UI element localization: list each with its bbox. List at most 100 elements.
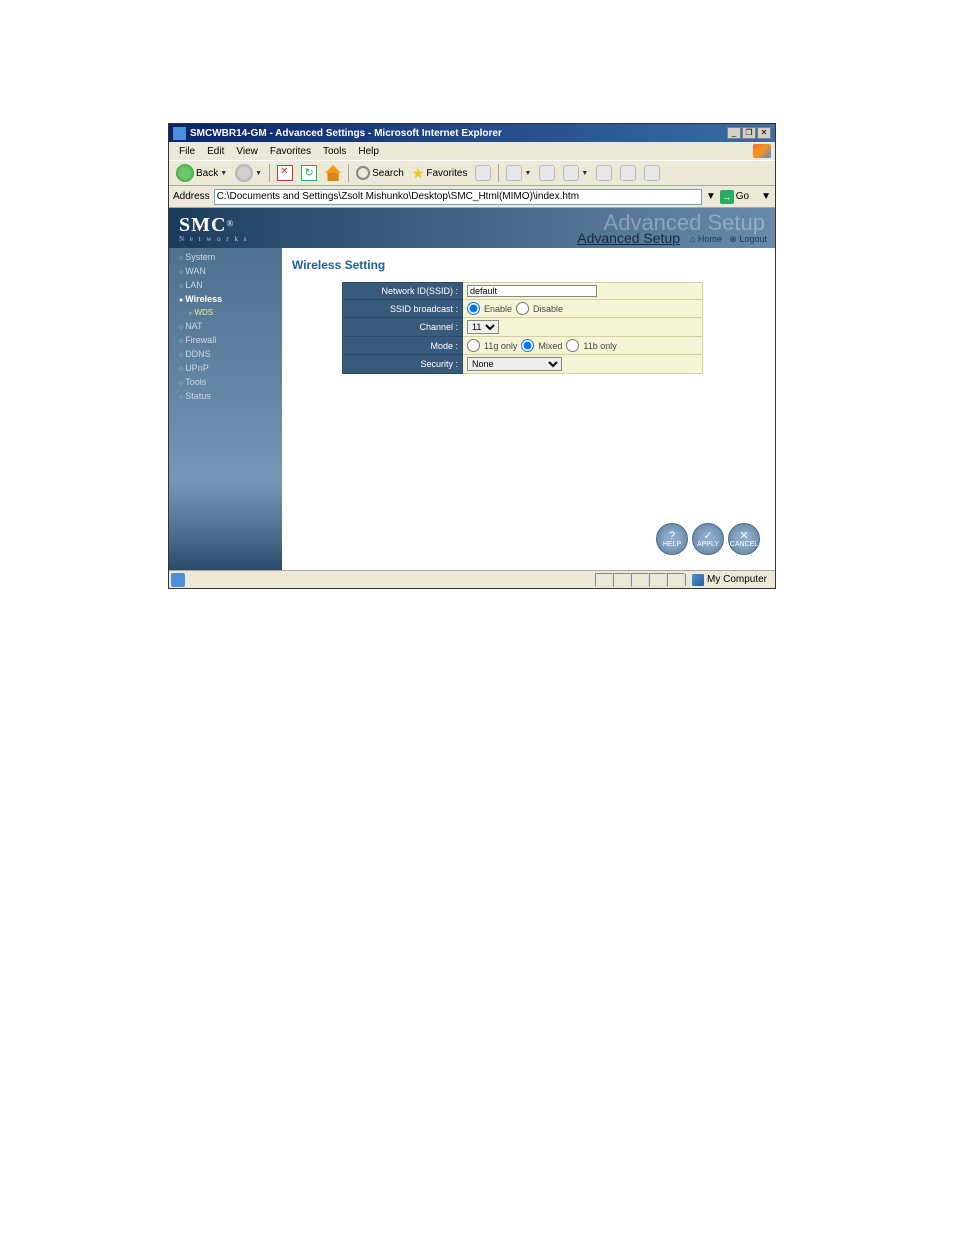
messenger-icon	[620, 165, 636, 181]
banner-title: Advanced Setup	[577, 230, 680, 246]
tool-button-3[interactable]	[641, 164, 663, 182]
home-icon	[325, 165, 341, 181]
statusbar: My Computer	[169, 570, 775, 588]
content-area: SMC® N e t w o r k s Advanced Setup Adva…	[169, 208, 775, 570]
mode-mixed-radio[interactable]	[521, 339, 534, 352]
logout-link[interactable]: ⊗ Logout	[729, 234, 767, 244]
forward-icon	[235, 164, 253, 182]
back-button[interactable]: Back ▼	[173, 163, 230, 183]
apply-button[interactable]: ✓ APPLY	[692, 523, 724, 555]
sidebar-subitem-wds[interactable]: WDS	[169, 306, 282, 319]
star-icon: ★	[412, 165, 425, 182]
status-pane	[613, 573, 631, 587]
sidebar-item-system[interactable]: System	[169, 250, 282, 264]
security-zone: My Computer	[685, 574, 773, 586]
ssid-label: Network ID(SSID) :	[343, 283, 463, 300]
broadcast-enable-radio[interactable]	[467, 302, 480, 315]
status-pane	[667, 573, 685, 587]
channel-select[interactable]: 11	[467, 320, 499, 334]
security-select[interactable]: None	[467, 357, 562, 371]
ssid-input[interactable]	[467, 285, 597, 297]
ie-icon	[173, 127, 186, 140]
help-button[interactable]: ? HELP	[656, 523, 688, 555]
section-title: Wireless Setting	[292, 258, 775, 272]
chevron-down-icon: ▼	[220, 170, 227, 177]
sidebar-item-ddns[interactable]: DDNS	[169, 347, 282, 361]
go-button[interactable]: → Go	[720, 190, 749, 204]
edit-button[interactable]: ▼	[560, 164, 591, 182]
row-broadcast: SSID broadcast : Enable Disable	[343, 300, 703, 318]
favorites-button[interactable]: ★ Favorites	[409, 164, 471, 183]
refresh-button[interactable]: ↻	[298, 164, 320, 182]
sidebar-item-lan[interactable]: LAN	[169, 278, 282, 292]
security-label: Security :	[343, 355, 463, 374]
status-pane	[649, 573, 667, 587]
sidebar-item-status[interactable]: Status	[169, 389, 282, 403]
header-banner: SMC® N e t w o r k s Advanced Setup Adva…	[169, 208, 775, 248]
close-button[interactable]: ✕	[757, 127, 771, 139]
sidebar: System WAN LAN Wireless WDS NAT Firewall…	[169, 208, 282, 570]
tool-button-2[interactable]	[617, 164, 639, 182]
back-icon	[176, 164, 194, 182]
home-link[interactable]: ⌂ Home	[690, 234, 722, 244]
mail-icon	[506, 165, 522, 181]
top-links: ⌂ Home ⊗ Logout	[690, 234, 767, 245]
sidebar-item-tools[interactable]: Tools	[169, 375, 282, 389]
address-input[interactable]	[214, 189, 702, 205]
channel-label: Channel :	[343, 318, 463, 337]
menu-view[interactable]: View	[230, 145, 264, 158]
status-pane	[631, 573, 649, 587]
sidebar-item-wireless[interactable]: Wireless	[169, 292, 282, 306]
menu-favorites[interactable]: Favorites	[264, 145, 317, 158]
menubar: File Edit View Favorites Tools Help	[169, 142, 775, 160]
forward-button[interactable]: ▼	[232, 163, 265, 183]
chevron-down-icon: ▼	[255, 170, 262, 177]
sidebar-item-firewall[interactable]: Firewall	[169, 333, 282, 347]
home-button[interactable]	[322, 164, 344, 182]
mode-11g-radio[interactable]	[467, 339, 480, 352]
status-pane	[595, 573, 613, 587]
computer-icon	[692, 574, 704, 586]
toolbar: Back ▼ ▼ ↻ Search ★ Favorites ▼ ▼	[169, 160, 775, 186]
sidebar-item-nat[interactable]: NAT	[169, 319, 282, 333]
menu-tools[interactable]: Tools	[317, 145, 352, 158]
addressbar: Address ▼ → Go ▼	[169, 186, 775, 208]
titlebar: SMCWBR14-GM - Advanced Settings - Micros…	[169, 124, 775, 142]
apply-icon: ✓	[703, 531, 712, 541]
history-icon	[475, 165, 491, 181]
browser-window: SMCWBR14-GM - Advanced Settings - Micros…	[168, 123, 776, 589]
sidebar-decoration	[169, 480, 282, 570]
search-icon	[356, 166, 370, 180]
go-icon: →	[720, 190, 734, 204]
history-button[interactable]	[472, 164, 494, 182]
menu-edit[interactable]: Edit	[201, 145, 230, 158]
row-security: Security : None	[343, 355, 703, 374]
menu-help[interactable]: Help	[352, 145, 385, 158]
windows-flag-icon	[753, 144, 771, 158]
edit-icon	[563, 165, 579, 181]
folder-icon	[596, 165, 612, 181]
sidebar-item-wan[interactable]: WAN	[169, 264, 282, 278]
address-dropdown-icon[interactable]: ▼	[706, 191, 716, 202]
sidebar-item-upnp[interactable]: UPnP	[169, 361, 282, 375]
extra-icon	[644, 165, 660, 181]
help-icon: ?	[669, 531, 675, 541]
row-channel: Channel : 11	[343, 318, 703, 337]
status-ie-icon	[171, 573, 185, 587]
tool-button-1[interactable]	[593, 164, 615, 182]
stop-icon	[277, 165, 293, 181]
broadcast-label: SSID broadcast :	[343, 300, 463, 318]
cancel-button[interactable]: ✕ CANCEL	[728, 523, 760, 555]
minimize-button[interactable]: _	[727, 127, 741, 139]
mail-button[interactable]: ▼	[503, 164, 534, 182]
broadcast-disable-radio[interactable]	[516, 302, 529, 315]
mode-11b-radio[interactable]	[566, 339, 579, 352]
search-button[interactable]: Search	[353, 165, 407, 181]
stop-button[interactable]	[274, 164, 296, 182]
action-buttons: ? HELP ✓ APPLY ✕ CANCEL	[656, 523, 760, 555]
menu-file[interactable]: File	[173, 145, 201, 158]
maximize-button[interactable]: ❐	[742, 127, 756, 139]
chevron-down-icon[interactable]: ▼	[761, 191, 771, 202]
row-mode: Mode : 11g only Mixed 11b only	[343, 337, 703, 355]
print-button[interactable]	[536, 164, 558, 182]
